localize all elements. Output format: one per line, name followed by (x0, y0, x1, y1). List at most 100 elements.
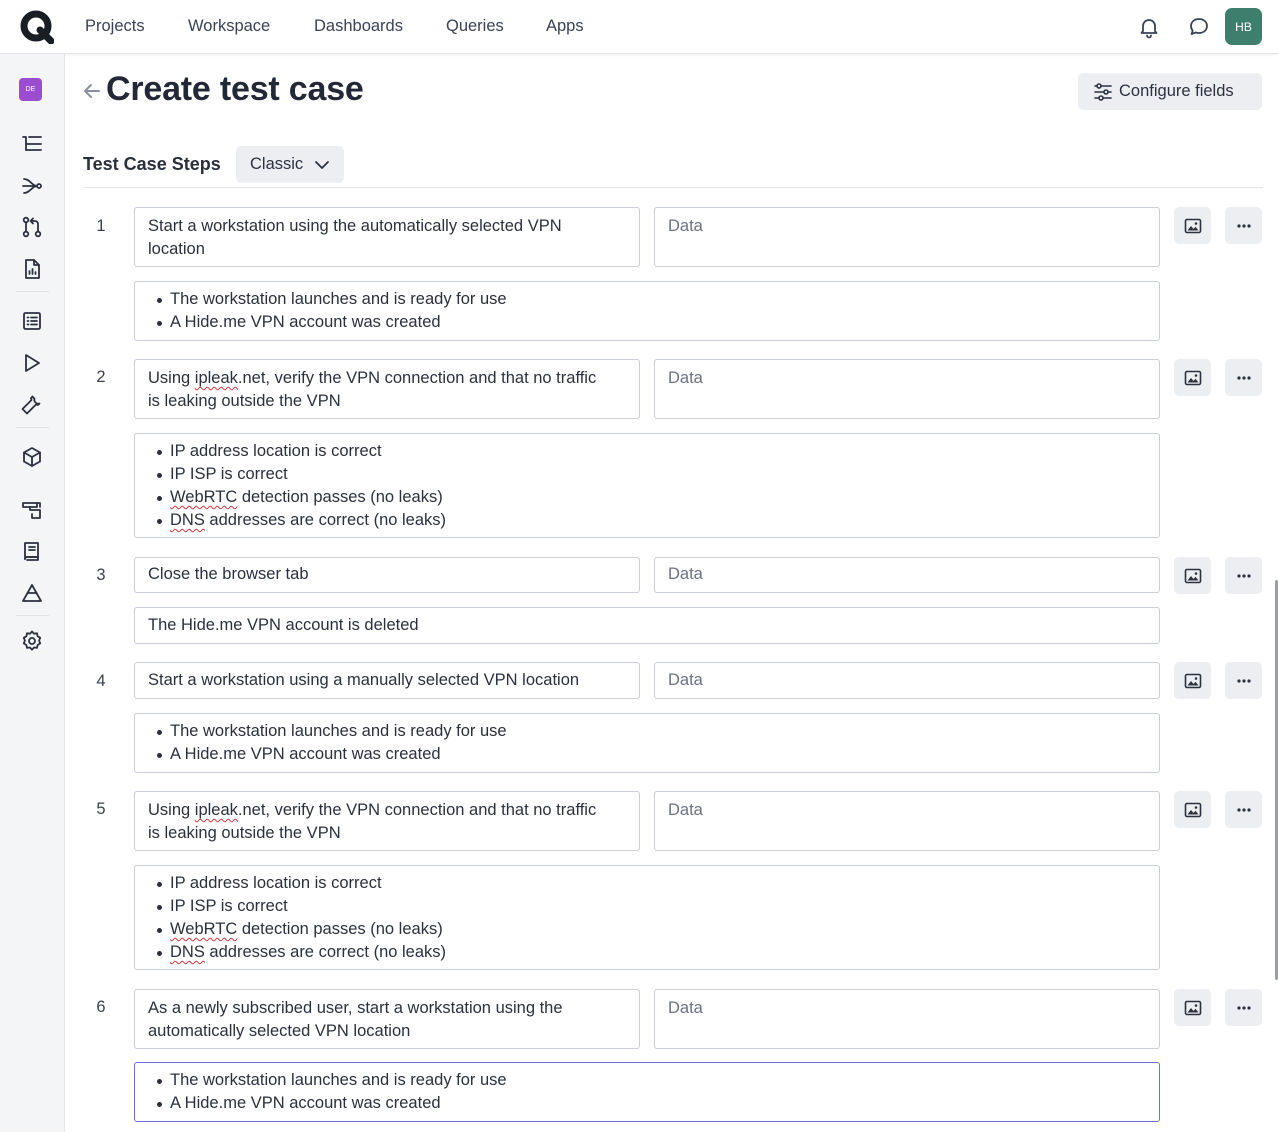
step-action-line: Using ipleak.net, verify the VPN connect… (148, 369, 597, 387)
step-expected-result-field[interactable]: IP address location is correct IP ISP is… (134, 433, 1160, 538)
vertical-scrollbar[interactable] (1275, 580, 1278, 980)
list-item: A Hide.me VPN account was created (157, 743, 1146, 766)
step-action-line: Close the browser tab (148, 565, 309, 583)
step-expected-result-field[interactable]: The workstation launches and is ready fo… (134, 713, 1160, 773)
ellipsis-icon (1236, 1005, 1251, 1010)
list-item: DNS addresses are correct (no leaks) (157, 941, 1146, 964)
test-case-steps-label: Test Case Steps (83, 154, 221, 174)
expected-results-list: The workstation launches and is ready fo… (148, 1069, 1146, 1115)
settings-icon[interactable] (20, 629, 44, 653)
step-expected-result-field[interactable]: The workstation launches and is ready fo… (134, 1062, 1160, 1122)
add-image-button[interactable] (1174, 791, 1211, 828)
chat-icon[interactable] (1187, 15, 1211, 39)
step-number: 4 (96, 672, 106, 690)
environment-icon[interactable] (20, 498, 44, 522)
add-image-button[interactable] (1174, 557, 1211, 594)
image-icon (1184, 218, 1201, 233)
spellcheck-mark: WebRTC (170, 488, 238, 506)
step-action-line: As a newly subscribed user, start a work… (148, 999, 563, 1017)
configure-fields-label: Configure fields (1119, 82, 1234, 100)
list-item: IP address location is correct (157, 440, 1146, 463)
package-icon[interactable] (20, 445, 44, 469)
spellcheck-mark: DNS (170, 943, 205, 961)
list-item: DNS addresses are correct (no leaks) (157, 509, 1146, 532)
list-item: A Hide.me VPN account was created (157, 311, 1146, 334)
app-logo-icon[interactable] (20, 10, 54, 44)
step-action-line: is leaking outside the VPN (148, 392, 341, 410)
spellcheck-mark: ipleak (194, 801, 238, 819)
steps-mode-select[interactable]: Classic (236, 146, 344, 183)
back-arrow-icon[interactable] (81, 79, 103, 103)
add-image-button[interactable] (1174, 207, 1211, 244)
step-data-field[interactable]: Data (654, 557, 1160, 593)
bell-icon[interactable] (1137, 15, 1161, 39)
expected-results-list: The workstation launches and is ready fo… (148, 720, 1146, 766)
user-avatar[interactable]: HB (1225, 8, 1262, 45)
sidebar: DE (0, 54, 65, 1132)
more-options-button[interactable] (1225, 791, 1262, 828)
step-action-line: is leaking outside the VPN (148, 824, 341, 842)
step-action-line: location (148, 240, 205, 258)
add-image-button[interactable] (1174, 989, 1211, 1026)
nav-workspace[interactable]: Workspace (188, 17, 270, 36)
nav-queries[interactable]: Queries (446, 17, 504, 36)
configure-fields-button[interactable]: Configure fields (1078, 73, 1262, 110)
step-action-field[interactable]: Start a workstation using a manually sel… (134, 662, 640, 699)
step-action-line: automatically selected VPN location (148, 1022, 411, 1040)
list-item: A Hide.me VPN account was created (157, 1092, 1146, 1115)
add-image-button[interactable] (1174, 662, 1211, 699)
step-action-line: Using ipleak.net, verify the VPN connect… (148, 801, 597, 819)
test-cases-icon[interactable] (20, 309, 44, 333)
sidebar-divider (16, 427, 49, 428)
step-data-field[interactable]: Data (654, 207, 1160, 267)
step-number: 5 (96, 800, 106, 818)
list-item: The workstation launches and is ready fo… (157, 1069, 1146, 1092)
workflow-icon[interactable] (20, 174, 44, 198)
more-options-button[interactable] (1225, 359, 1262, 396)
add-image-button[interactable] (1174, 359, 1211, 396)
step-expected-result-field[interactable]: The workstation launches and is ready fo… (134, 281, 1160, 341)
more-options-button[interactable] (1225, 989, 1262, 1026)
step-action-field[interactable]: Using ipleak.net, verify the VPN connect… (134, 791, 640, 851)
list-item: IP address location is correct (157, 872, 1146, 895)
step-action-field[interactable]: Start a workstation using the automatica… (134, 207, 640, 267)
pull-request-icon[interactable] (20, 215, 44, 239)
list-item: IP ISP is correct (157, 463, 1146, 486)
report-icon[interactable] (20, 257, 44, 281)
step-data-field[interactable]: Data (654, 359, 1160, 419)
step-number: 1 (96, 217, 106, 235)
step-expected-result-field[interactable]: The Hide.me VPN account is deleted (134, 607, 1160, 644)
image-icon (1184, 802, 1201, 817)
step-action-field[interactable]: As a newly subscribed user, start a work… (134, 989, 640, 1049)
book-icon[interactable] (20, 539, 44, 563)
step-data-field[interactable]: Data (654, 662, 1160, 699)
nav-projects[interactable]: Projects (85, 17, 145, 36)
section-divider (83, 187, 1263, 188)
nav-dashboards[interactable]: Dashboards (314, 17, 403, 36)
step-number: 6 (96, 998, 106, 1016)
step-data-field[interactable]: Data (654, 791, 1160, 851)
tools-icon[interactable] (20, 392, 44, 416)
sliders-icon (1094, 82, 1112, 101)
chevron-down-icon (315, 161, 329, 169)
more-options-button[interactable] (1225, 662, 1262, 699)
step-action-line: Start a workstation using a manually sel… (148, 671, 580, 689)
more-options-button[interactable] (1225, 557, 1262, 594)
project-avatar[interactable]: DE (19, 78, 42, 101)
requirements-icon[interactable] (20, 132, 44, 156)
test-runs-icon[interactable] (20, 351, 44, 375)
more-options-button[interactable] (1225, 207, 1262, 244)
step-expected-result-field[interactable]: IP address location is correct IP ISP is… (134, 865, 1160, 970)
spellcheck-mark: DNS (170, 511, 205, 529)
ellipsis-icon (1236, 807, 1251, 812)
ellipsis-icon (1236, 223, 1251, 228)
nav-apps[interactable]: Apps (546, 17, 584, 36)
image-icon (1184, 673, 1201, 688)
expected-results-list: IP address location is correct IP ISP is… (148, 440, 1146, 532)
step-data-field[interactable]: Data (654, 989, 1160, 1049)
step-action-field[interactable]: Close the browser tab (134, 557, 640, 593)
ellipsis-icon (1236, 375, 1251, 380)
expected-results-list: IP address location is correct IP ISP is… (148, 872, 1146, 964)
step-action-field[interactable]: Using ipleak.net, verify the VPN connect… (134, 359, 640, 419)
milestone-icon[interactable] (20, 581, 44, 605)
